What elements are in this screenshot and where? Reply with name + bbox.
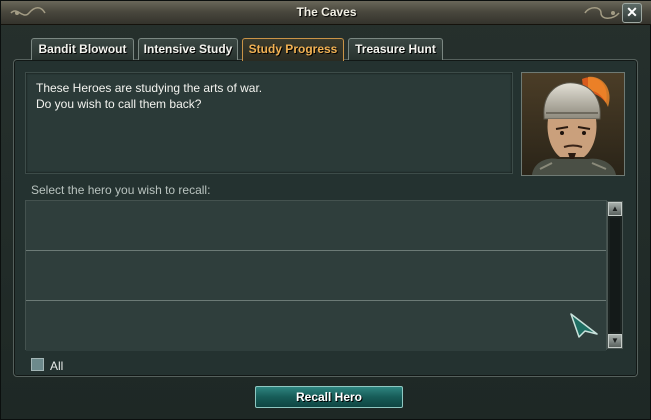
close-icon: ✕ xyxy=(626,4,638,20)
hero-list-row[interactable] xyxy=(26,201,606,251)
close-button[interactable]: ✕ xyxy=(622,3,642,23)
hero-portrait-icon xyxy=(522,73,624,175)
recall-hero-button[interactable]: Recall Hero xyxy=(255,386,403,408)
message-line-1: These Heroes are studying the arts of wa… xyxy=(36,81,263,95)
message-panel: These Heroes are studying the arts of wa… xyxy=(25,72,513,174)
tab-bandit-blowout[interactable]: Bandit Blowout xyxy=(31,38,134,60)
tab-intensive-study[interactable]: Intensive Study xyxy=(138,38,238,60)
caves-window: The Caves ✕ Bandit Blowout Intensive Stu… xyxy=(0,0,651,420)
hero-list xyxy=(25,200,607,351)
arrow-up-icon: ▲ xyxy=(611,204,619,213)
select-all-label: All xyxy=(50,359,64,373)
hero-list-row[interactable] xyxy=(26,251,606,301)
hero-list-row[interactable] xyxy=(26,301,606,351)
hero-portrait xyxy=(521,72,625,176)
select-all-checkbox[interactable] xyxy=(31,358,44,371)
hero-list-scrollbar[interactable]: ▲ ▼ xyxy=(607,201,623,349)
select-hero-label: Select the hero you wish to recall: xyxy=(31,183,211,197)
right-ornament-icon xyxy=(584,7,620,19)
scroll-down-button[interactable]: ▼ xyxy=(608,334,622,348)
scroll-track[interactable] xyxy=(610,218,620,332)
pointer-cursor-icon xyxy=(570,313,598,338)
window-title: The Caves xyxy=(296,5,357,19)
tab-study-progress[interactable]: Study Progress xyxy=(242,38,344,61)
tab-treasure-hunt[interactable]: Treasure Hunt xyxy=(348,38,443,60)
title-bar[interactable]: The Caves ✕ xyxy=(1,1,651,25)
arrow-down-icon: ▼ xyxy=(611,336,619,345)
message-line-2: Do you wish to call them back? xyxy=(36,97,202,111)
scroll-up-button[interactable]: ▲ xyxy=(608,202,622,216)
